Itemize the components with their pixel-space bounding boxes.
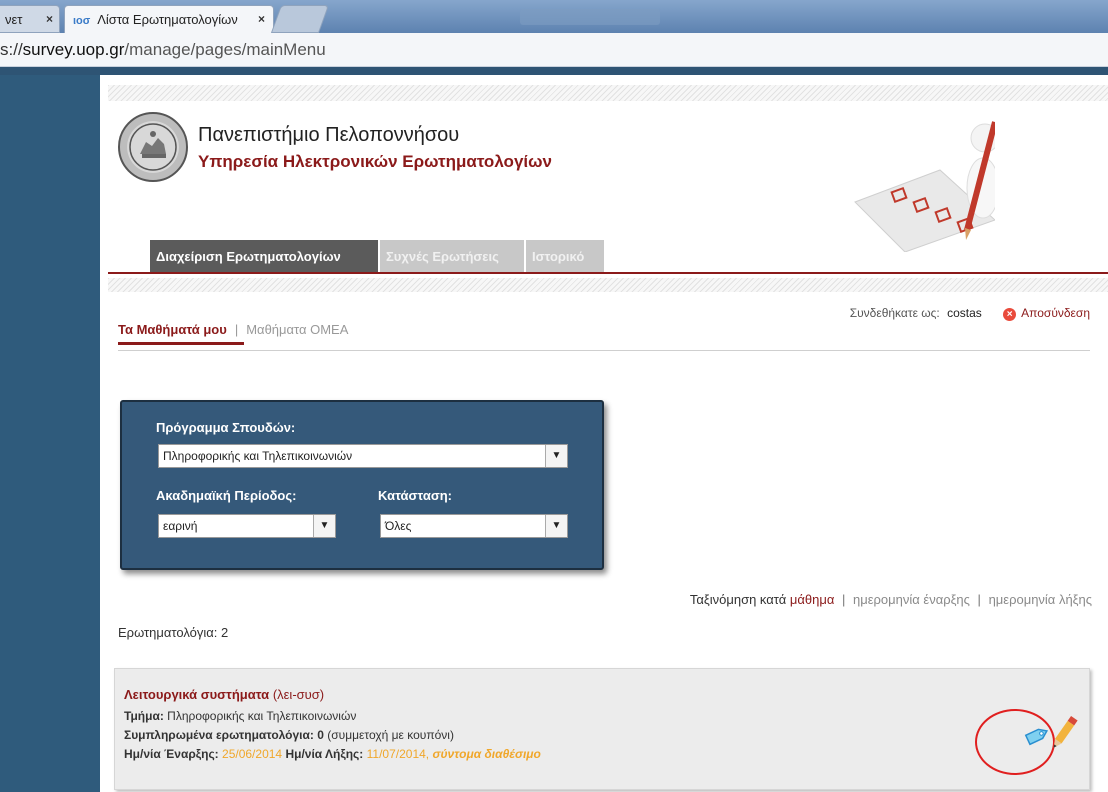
sort-prefix: Ταξινόμηση κατά — [689, 592, 787, 607]
subnav-separator: | — [234, 322, 239, 337]
tab-history[interactable]: Ιστορικό — [526, 240, 604, 272]
tab-faq[interactable]: Συχνές Ερωτήσεις — [380, 240, 524, 272]
service-name: Υπηρεσία Ηλεκτρονικών Ερωτηματολογίων — [198, 152, 552, 171]
filter-panel: Πρόγραμμα Σπουδών: Πληροφορικής και Τηλε… — [120, 400, 604, 570]
program-select-value: Πληροφορικής και Τηλεπικοινωνιών — [163, 449, 353, 463]
university-name: Πανεπιστήμιο Πελοποννήσου — [198, 124, 460, 146]
sort-by-course-link[interactable]: μάθημα — [790, 592, 834, 607]
course-name-link[interactable]: Λειτουργικά συστήματα — [124, 687, 269, 702]
browser-tab-previous-label: νετ — [5, 12, 23, 27]
start-date: 25/06/2014 — [222, 747, 283, 761]
completed-value: 0 — [317, 728, 324, 742]
completed-line: Συμπληρωμένα ερωτηματολόγια: 0 (συμμετοχ… — [124, 728, 454, 742]
period-select-value: εαρινή — [163, 519, 198, 533]
left-sidebar-band — [0, 75, 100, 792]
start-label: Ημ/νία Έναρξης: — [124, 747, 219, 761]
end-label: Ημ/νία Λήξης: — [285, 747, 364, 761]
omea-courses-link[interactable]: Μαθήματα ΟΜΕΑ — [246, 322, 348, 337]
header-stripe — [108, 85, 1108, 101]
survey-illustration-icon — [854, 121, 995, 252]
blurred-tab — [520, 9, 660, 25]
address-bar[interactable]: s://survey.uop.gr/manage/pages/mainMenu — [0, 33, 1108, 67]
program-label: Πρόγραμμα Σπουδών: — [156, 420, 296, 435]
browser-tab-active[interactable]: ιοσ Λίστα Ερωτηματολογίων × — [64, 5, 274, 33]
university-logo — [118, 112, 188, 182]
url-host: survey.uop.gr — [22, 40, 125, 59]
new-tab-button[interactable] — [270, 5, 330, 33]
department-line: Τμήμα: Πληροφορικής και Τηλεπικοινωνιών — [124, 709, 356, 723]
survey-title: Λειτουργικά συστήματα (λει-συσ) — [124, 687, 324, 702]
seal-icon — [129, 123, 177, 171]
dates-line: Ημ/νία Έναρξης: 25/06/2014 Ημ/νία Λήξης:… — [124, 747, 541, 761]
my-courses-link[interactable]: Τα Μαθήματά μου — [118, 322, 227, 337]
status-select-value: Όλες — [385, 519, 412, 533]
logout-label[interactable]: Αποσύνδεση — [1021, 306, 1090, 320]
completed-label: Συμπληρωμένα ερωτηματολόγια: — [124, 728, 314, 742]
close-icon[interactable]: × — [46, 12, 53, 26]
end-date: 11/07/2014, — [366, 747, 430, 761]
tab-survey-management[interactable]: Διαχείριση Ερωτηματολογίων — [150, 240, 378, 272]
username: costas — [947, 306, 982, 320]
logout-icon[interactable]: × — [1003, 308, 1017, 321]
survey-count: Ερωτηματολόγια: 2 — [118, 625, 229, 640]
subnav-divider — [118, 350, 1090, 351]
sort-separator: | — [842, 592, 846, 607]
session-info: Συνδεθήκατε ως: costas × Αποσύνδεση — [850, 306, 1090, 321]
chevron-down-icon[interactable]: ▼ — [313, 515, 335, 537]
url-text[interactable]: s://survey.uop.gr/manage/pages/mainMenu — [0, 40, 326, 60]
chevron-down-icon[interactable]: ▼ — [545, 445, 567, 467]
logout-link[interactable]: × Αποσύνδεση — [1003, 306, 1090, 321]
subnav-active-underline — [118, 342, 244, 345]
sort-separator: | — [977, 592, 981, 607]
logged-in-label: Συνδεθήκατε ως: — [849, 306, 940, 320]
chevron-down-icon[interactable]: ▼ — [545, 515, 567, 537]
status-label: Κατάσταση: — [378, 488, 453, 503]
program-select[interactable]: Πληροφορικής και Τηλεπικοινωνιών ▼ — [158, 444, 568, 468]
tabs-divider — [108, 272, 1108, 274]
url-path: /manage/pages/mainMenu — [124, 40, 326, 59]
browser-tab-previous[interactable]: νετ × — [0, 5, 60, 33]
url-prefix: s:// — [0, 40, 23, 59]
period-label: Ακαδημαϊκή Περίοδος: — [156, 488, 297, 503]
survey-card: Λειτουργικά συστήματα (λει-συσ) Τμήμα: Π… — [114, 668, 1090, 790]
status-select[interactable]: Όλες ▼ — [380, 514, 568, 538]
sort-by-end-link[interactable]: ημερομηνία λήξης — [989, 592, 1092, 607]
browser-tab-bar: νετ × ιοσ Λίστα Ερωτηματολογίων × — [0, 0, 1108, 33]
period-select[interactable]: εαρινή ▼ — [158, 514, 336, 538]
department-label: Τμήμα: — [124, 709, 164, 723]
browser-tab-active-label: Λίστα Ερωτηματολογίων — [97, 12, 238, 27]
edit-pencil-icon[interactable] — [1047, 711, 1081, 755]
availability-status: σύντομα διαθέσιμο — [432, 747, 541, 761]
close-icon[interactable]: × — [258, 12, 265, 26]
nav-stripe — [108, 278, 1108, 292]
sort-by-start-link[interactable]: ημερομηνία έναρξης — [853, 592, 970, 607]
course-code: (λει-συσ) — [272, 687, 325, 702]
department-value: Πληροφορικής και Τηλεπικοινωνιών — [167, 709, 357, 723]
favicon-icon: ιοσ — [73, 15, 91, 27]
page-top-bar — [0, 67, 1108, 75]
course-subnav: Τα Μαθήματά μου | Μαθήματα ΟΜΕΑ — [118, 322, 348, 337]
sort-bar: Ταξινόμηση κατά μάθημα | ημερομηνία έναρ… — [690, 592, 1092, 607]
completed-note: (συμμετοχή με κουπόνι) — [327, 728, 454, 742]
